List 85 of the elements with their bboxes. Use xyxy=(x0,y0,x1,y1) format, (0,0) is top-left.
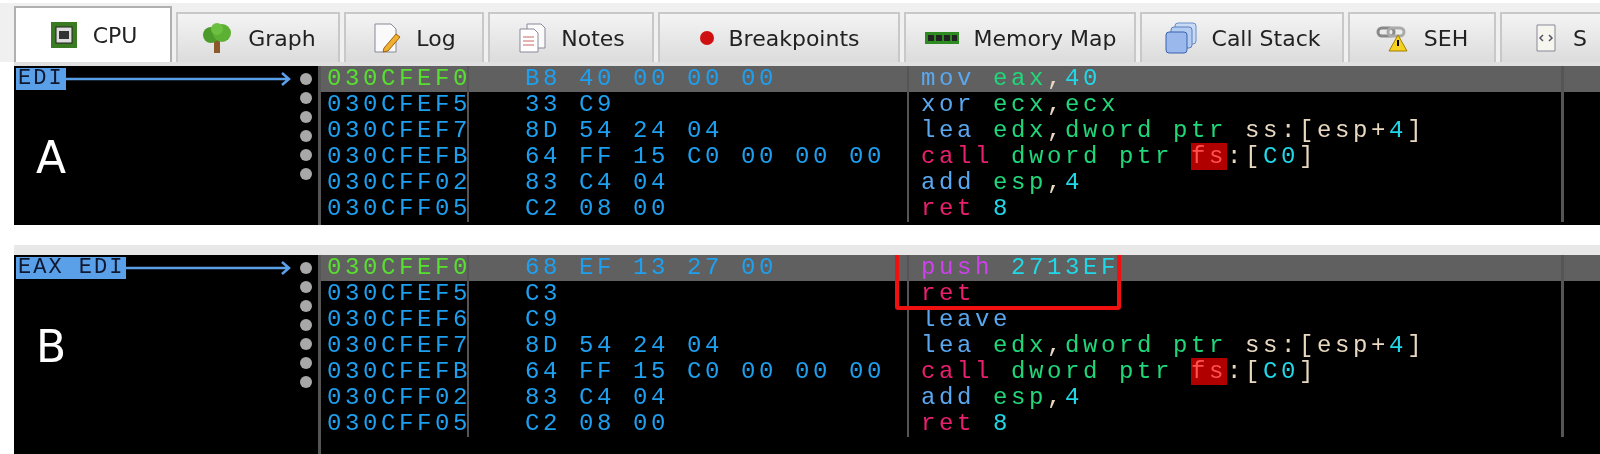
breakpoint-dot[interactable] xyxy=(300,111,312,123)
address-cell: 030CFEFB xyxy=(321,359,469,385)
tab[interactable]: Breakpoints xyxy=(658,12,900,62)
address-cell: 030CFEFB xyxy=(321,144,469,170)
instruction-text: call dword ptr fs:[C0] xyxy=(921,358,1318,385)
instruction-text: ret 8 xyxy=(921,410,1012,437)
disassembly-row[interactable]: 030CFF02 83 C4 04 add esp,4 xyxy=(321,170,1600,196)
disassembly-row[interactable]: 030CFEFB 64 FF 15 C0 00 00 00 call dword ptr fs:[C0] xyxy=(321,359,1600,385)
bytes-cell: 64 FF 15 C0 00 00 00 xyxy=(469,359,909,385)
address-cell: 030CFF05 xyxy=(321,411,469,437)
tab[interactable]: SEH xyxy=(1348,12,1496,62)
tab[interactable]: Log xyxy=(344,12,484,62)
notepad-pencil-icon xyxy=(372,22,403,54)
tab[interactable]: CPU xyxy=(14,6,172,62)
instruction-text: add esp,4 xyxy=(921,384,1084,411)
instruction-text: ret 8 xyxy=(921,195,1012,222)
bytes-cell: C3 xyxy=(469,281,909,307)
panel-label: A xyxy=(36,132,67,183)
tab[interactable]: Call Stack xyxy=(1140,12,1344,62)
breakpoint-dot[interactable] xyxy=(300,300,312,312)
address-cell: 030CFEF7 xyxy=(321,333,469,359)
breakpoint-dot[interactable] xyxy=(300,281,312,293)
bytes-cell: B8 40 00 00 00 xyxy=(469,66,909,92)
breakpoint-dot[interactable] xyxy=(300,92,312,104)
disassembly-row[interactable]: 030CFEF5 C3 ret xyxy=(321,281,1600,307)
bytes-cell: C2 08 00 xyxy=(469,411,909,437)
instruction-text: lea edx,dword ptr ss:[esp+4] xyxy=(921,117,1426,144)
address-cell: 030CFF02 xyxy=(321,170,469,196)
memory-module-icon xyxy=(923,30,960,46)
bytes-cell: C9 xyxy=(469,307,909,333)
instruction-text: xor ecx,ecx xyxy=(921,91,1120,118)
disassembly-row[interactable]: 030CFF05 C2 08 00 ret 8 xyxy=(321,411,1600,437)
address-cell: 030CFF05 xyxy=(321,196,469,222)
bytes-cell: 8D 54 24 04 xyxy=(469,118,909,144)
disassembly-row[interactable]: 030CFF05 C2 08 00 ret 8 xyxy=(321,196,1600,222)
instruction-text: leave xyxy=(921,306,1011,333)
bytes-cell: 64 FF 15 C0 00 00 00 xyxy=(469,144,909,170)
bytes-cell: 83 C4 04 xyxy=(469,385,909,411)
register-label: EDI xyxy=(16,68,66,90)
breakpoint-dot[interactable] xyxy=(300,168,312,180)
instruction-text: ret xyxy=(921,280,975,307)
instruction-text: lea edx,dword ptr ss:[esp+4] xyxy=(921,332,1426,359)
address-cell: 030CFEF0 xyxy=(321,66,469,92)
address-cell: 030CFF02 xyxy=(321,385,469,411)
chip-icon xyxy=(48,20,79,50)
address-cell: 030CFEF5 xyxy=(321,92,469,118)
address-cell: 030CFEF7 xyxy=(321,118,469,144)
instruction-text: add esp,4 xyxy=(921,169,1084,196)
breakpoint-dot[interactable] xyxy=(300,130,312,142)
instruction-text: push 2713EF xyxy=(921,255,1120,281)
tab[interactable]: Graph xyxy=(176,12,340,62)
arrow-icon xyxy=(65,72,291,86)
breakpoint-dot[interactable] xyxy=(300,338,312,350)
documents-icon xyxy=(517,22,548,54)
breakpoint-icon xyxy=(698,30,715,46)
disassembly-row[interactable]: 030CFEF0 B8 40 00 00 00 mov eax,40 xyxy=(321,66,1600,92)
disassembly-row[interactable]: 030CFEF0 68 EF 13 27 00 push 2713EF xyxy=(321,255,1600,281)
stacked-windows-icon xyxy=(1163,21,1198,55)
address-cell: 030CFEF5 xyxy=(321,281,469,307)
bytes-cell: 83 C4 04 xyxy=(469,170,909,196)
bytes-cell: 33 C9 xyxy=(469,92,909,118)
disassembly-row[interactable]: 030CFEFB 64 FF 15 C0 00 00 00 call dword ptr fs:[C0] xyxy=(321,144,1600,170)
arrow-icon xyxy=(126,261,292,275)
tab[interactable]: Memory Map xyxy=(904,12,1136,62)
instruction-text: call dword ptr fs:[C0] xyxy=(921,143,1318,170)
bytes-cell: C2 08 00 xyxy=(469,196,909,222)
breakpoint-dot[interactable] xyxy=(300,319,312,331)
disassembly-row[interactable]: 030CFF02 83 C4 04 add esp,4 xyxy=(321,385,1600,411)
panel-label: B xyxy=(36,321,67,372)
breakpoint-dot[interactable] xyxy=(300,262,312,274)
breakpoint-dot[interactable] xyxy=(300,73,312,85)
bytes-cell: 68 EF 13 27 00 xyxy=(469,255,909,281)
register-label: EAX EDI xyxy=(16,257,127,279)
script-scroll-icon xyxy=(1533,22,1559,54)
breakpoint-dot[interactable] xyxy=(300,376,312,388)
disassembly-row[interactable]: 030CFEF6 C9 leave xyxy=(321,307,1600,333)
breakpoint-dot[interactable] xyxy=(300,149,312,161)
disassembly-row[interactable]: 030CFEF5 33 C9 xor ecx,ecx xyxy=(321,92,1600,118)
breakpoint-dot[interactable] xyxy=(300,357,312,369)
address-cell: 030CFEF6 xyxy=(321,307,469,333)
address-cell: 030CFEF0 xyxy=(321,255,469,281)
bytes-cell: 8D 54 24 04 xyxy=(469,333,909,359)
tab[interactable]: Notes xyxy=(488,12,654,62)
instruction-text: mov eax,40 xyxy=(921,66,1102,92)
tab[interactable]: S xyxy=(1500,12,1600,62)
